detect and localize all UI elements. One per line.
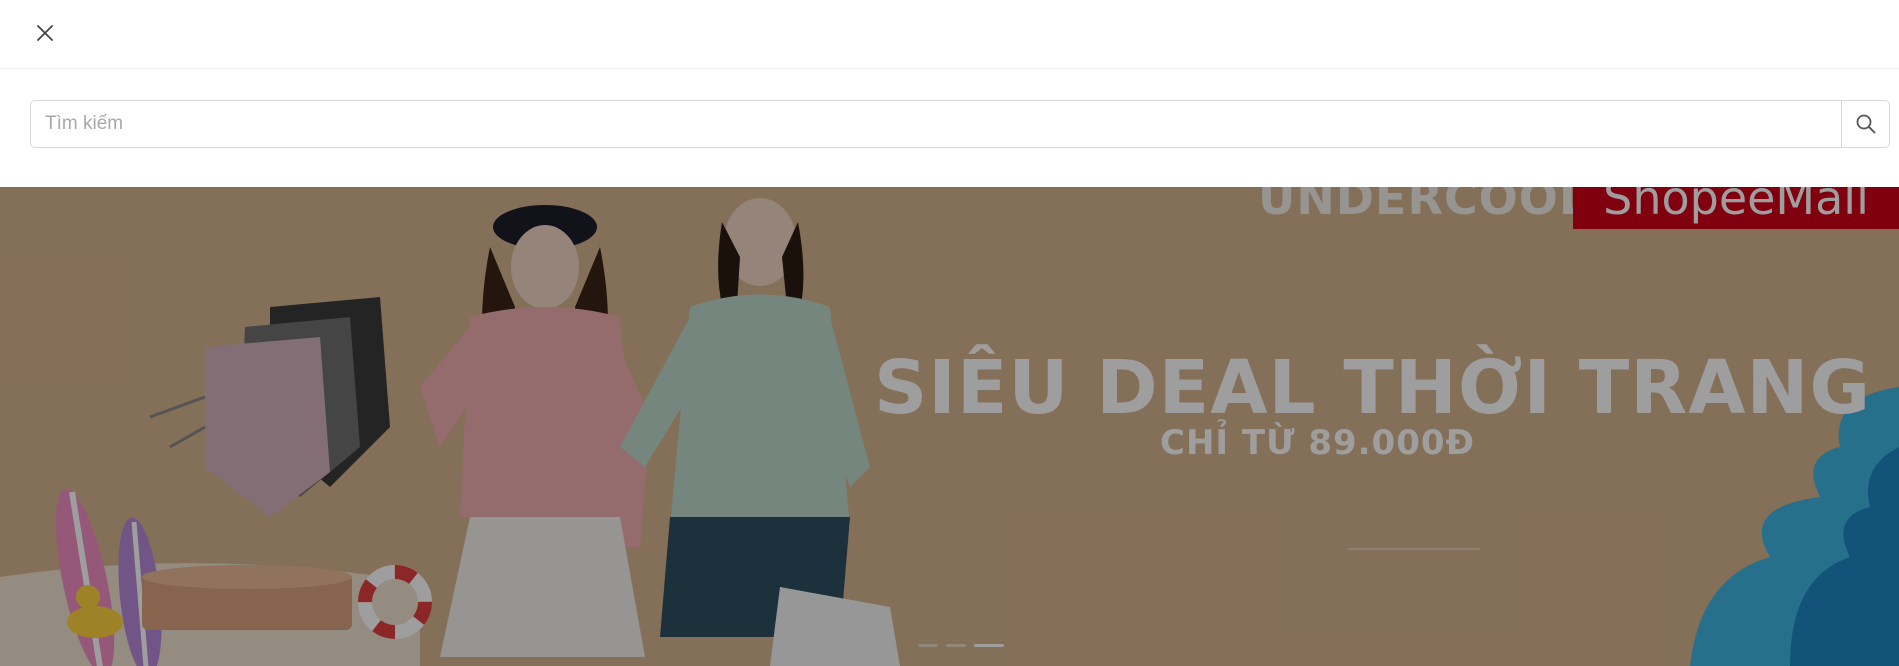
search-icon (1856, 114, 1875, 134)
brand-logo-text: UNDERCOOL (1258, 187, 1590, 225)
search-button[interactable] (1841, 101, 1889, 147)
carousel-dot-1[interactable] (918, 644, 938, 647)
promo-banner[interactable]: UNDERCOOL ShopeeMall SIÊU DEAL THỜI TRAN… (0, 187, 1899, 666)
close-button[interactable] (30, 18, 60, 48)
carousel-dot-3[interactable] (974, 644, 1004, 647)
banner-headline: SIÊU DEAL THỜI TRANG (874, 345, 1872, 431)
close-icon (37, 25, 53, 41)
search-modal: UNDERCOOL ShopeeMall SIÊU DEAL THỜI TRAN… (0, 0, 1899, 666)
modal-header (0, 0, 1899, 69)
search-input[interactable] (31, 101, 1841, 147)
carousel-indicators (918, 644, 1004, 647)
banner-subline: CHỈ TỪ 89.000Đ (1160, 423, 1476, 463)
shopee-mall-badge: ShopeeMall (1573, 187, 1899, 229)
search-panel (0, 69, 1899, 187)
search-box (30, 100, 1890, 148)
carousel-dot-2[interactable] (946, 644, 966, 647)
